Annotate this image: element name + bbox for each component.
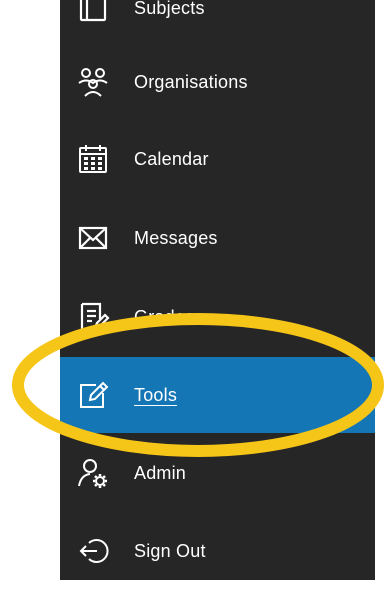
organisations-icon bbox=[77, 66, 109, 98]
sidebar-item-tools[interactable]: Tools bbox=[60, 357, 375, 433]
sidebar-item-organisations[interactable]: Organisations bbox=[60, 44, 375, 120]
sidebar-item-label: Admin bbox=[134, 462, 187, 483]
sidebar-item-label: Subjects bbox=[134, 0, 205, 18]
messages-icon bbox=[77, 222, 109, 254]
sidebar-item-admin[interactable]: Admin bbox=[60, 435, 375, 511]
calendar-icon bbox=[77, 143, 109, 175]
sidebar-item-grades[interactable]: Grades bbox=[60, 279, 375, 355]
sidebar-nav: Subjects Organisations Calendar Messages… bbox=[60, 0, 375, 580]
sidebar-item-label: Sign Out bbox=[134, 540, 206, 561]
sidebar-item-label: Organisations bbox=[134, 71, 248, 92]
sidebar-item-calendar[interactable]: Calendar bbox=[60, 121, 375, 197]
sidebar-item-messages[interactable]: Messages bbox=[60, 200, 375, 276]
sidebar-item-label: Messages bbox=[134, 227, 218, 248]
sign-out-icon bbox=[77, 535, 109, 567]
subjects-icon bbox=[77, 0, 109, 24]
admin-icon bbox=[77, 457, 109, 489]
sidebar-item-sign-out[interactable]: Sign Out bbox=[60, 513, 375, 589]
grades-icon bbox=[77, 301, 110, 333]
sidebar-item-subjects[interactable]: Subjects bbox=[60, 0, 375, 46]
sidebar-item-label: Calendar bbox=[134, 148, 209, 169]
sidebar-item-label: Tools bbox=[134, 384, 178, 405]
sidebar-item-label: Grades bbox=[134, 306, 195, 327]
tools-icon bbox=[77, 379, 109, 411]
